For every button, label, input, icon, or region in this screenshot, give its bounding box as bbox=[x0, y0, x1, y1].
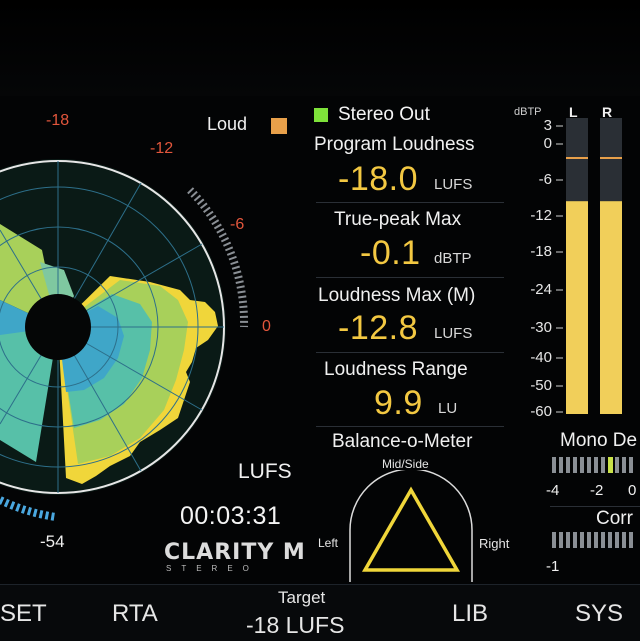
balance-meter-title: Balance-o-Meter bbox=[332, 431, 473, 452]
meter-scale-label: -6 bbox=[538, 171, 552, 188]
radar-scale-min-label: -54 bbox=[40, 532, 65, 551]
source-label[interactable]: Stereo Out bbox=[338, 104, 430, 126]
loud-legend-swatch bbox=[271, 118, 287, 134]
meter-scale-label: -24 bbox=[530, 281, 552, 298]
meter-scale-label: -40 bbox=[530, 349, 552, 366]
radar-scale-label: -6 bbox=[230, 216, 245, 233]
lib-button[interactable]: LIB bbox=[452, 600, 488, 628]
correlation-meter bbox=[552, 532, 633, 548]
balance-left-label: Left bbox=[318, 536, 339, 550]
radar-tick-arc-blue bbox=[0, 496, 57, 521]
radar-scale-label: 0 bbox=[262, 318, 271, 335]
program-loudness-unit: LUFS bbox=[434, 176, 473, 193]
program-loudness-label: Program Loudness bbox=[314, 134, 475, 155]
meter-scale-label: 3 bbox=[543, 117, 552, 134]
mono-scale-label: -4 bbox=[546, 482, 560, 499]
mono-scale-label: -2 bbox=[590, 482, 604, 499]
meter-scale-label: -12 bbox=[530, 207, 552, 224]
loudness-range-unit: LU bbox=[438, 400, 458, 417]
meter-scale-label: -30 bbox=[530, 319, 552, 336]
rta-button[interactable]: RTA bbox=[112, 600, 158, 628]
meter-level-left bbox=[566, 201, 588, 414]
preset-button[interactable]: SET bbox=[0, 600, 47, 628]
radar-center bbox=[25, 294, 91, 360]
true-peak-unit: dBTP bbox=[434, 250, 472, 267]
mono-scale-label: 0 bbox=[628, 482, 637, 499]
mono-indicator bbox=[608, 457, 613, 473]
loud-legend-label: Loud bbox=[207, 114, 248, 134]
meter-scale-label: -50 bbox=[530, 377, 552, 394]
balance-right-label: Right bbox=[479, 536, 510, 551]
meter-scale-label: -18 bbox=[530, 243, 552, 260]
correlation-scale-label: -1 bbox=[546, 558, 560, 575]
true-peak-label: True-peak Max bbox=[334, 209, 462, 230]
brand-logo: CLARITY M bbox=[164, 540, 306, 565]
sys-button[interactable]: SYS bbox=[575, 600, 623, 628]
loudness-range-value: 9.9 bbox=[374, 384, 423, 422]
brand-subtitle: STEREO bbox=[166, 564, 259, 573]
top-dark-area bbox=[0, 0, 640, 96]
elapsed-timer: 00:03:31 bbox=[180, 502, 282, 530]
balance-o-meter bbox=[349, 470, 473, 582]
loudness-max-value: -12.8 bbox=[338, 309, 418, 347]
target-value-button[interactable]: -18 LUFS bbox=[246, 612, 344, 639]
mono-corr-divider bbox=[550, 506, 640, 507]
balance-triangle bbox=[361, 486, 461, 572]
meter-level-right bbox=[600, 201, 622, 414]
radar-unit-label: LUFS bbox=[238, 460, 292, 483]
target-label: Target bbox=[278, 588, 326, 607]
mono-detect-label: Mono De bbox=[560, 430, 638, 451]
mono-detect-meter bbox=[552, 457, 633, 473]
correlation-label: Corr bbox=[596, 508, 633, 529]
meter-scale-label: 0 bbox=[543, 135, 552, 152]
loudness-range-label: Loudness Range bbox=[324, 359, 468, 380]
balance-mid-side-label: Mid/Side bbox=[382, 457, 429, 471]
loudness-max-unit: LUFS bbox=[434, 325, 473, 342]
true-peak-value: -0.1 bbox=[360, 234, 421, 272]
radar-scale-label: -18 bbox=[46, 112, 70, 129]
source-color-swatch bbox=[314, 108, 328, 122]
loudness-max-label: Loudness Max (M) bbox=[318, 285, 476, 306]
radar-scale-label: -12 bbox=[150, 140, 174, 157]
program-loudness-value: -18.0 bbox=[338, 160, 418, 198]
meter-scale-label: -60 bbox=[530, 403, 552, 420]
